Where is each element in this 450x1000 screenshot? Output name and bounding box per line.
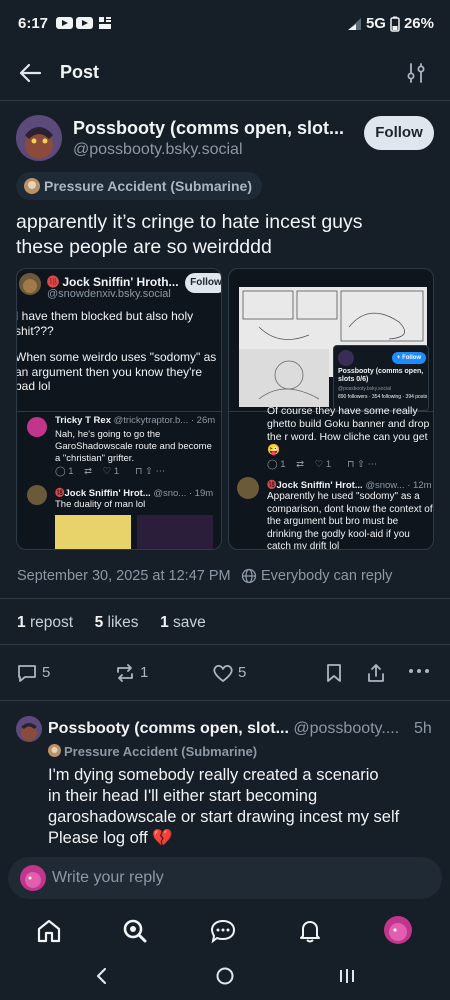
post-stats: 1 repost 5 likes 1 save bbox=[17, 614, 206, 632]
share-icon[interactable] bbox=[366, 662, 386, 684]
label-badge-text: Pressure Accident (Submarine) bbox=[44, 178, 252, 194]
reply-time: 5h bbox=[414, 720, 432, 737]
reply-header: Possbooty (comms open, slot... @possboot… bbox=[48, 720, 399, 738]
label-avatar-icon bbox=[24, 178, 40, 194]
reply-text: I'm dying somebody really created a scen… bbox=[48, 766, 400, 847]
card-avatar bbox=[338, 350, 354, 366]
author-name[interactable]: Possbooty (comms open, slot... bbox=[73, 118, 344, 139]
label-badge[interactable]: Pressure Accident (Submarine) bbox=[16, 172, 262, 200]
status-time: 6:17 bbox=[18, 15, 49, 32]
embedded-image-left[interactable]: ⓲ Jock Sniffin' Hroth... @snowdenxiv.bsk… bbox=[16, 268, 222, 550]
repost-action-count: 1 bbox=[140, 664, 149, 681]
reply-author-handle[interactable]: @possbooty.... bbox=[293, 720, 399, 737]
embed-reply1-text: Nah, he's going to go the GaroShadowscal… bbox=[55, 429, 212, 464]
top-header: Post bbox=[0, 48, 450, 100]
card-title: Possbooty (comms open, slots 0/6) bbox=[338, 368, 424, 383]
embed-sketch-image bbox=[239, 349, 329, 407]
embed-handle: @snowdenxiv.bsky.social bbox=[47, 288, 171, 300]
like-icon[interactable] bbox=[212, 662, 234, 684]
reply-icon[interactable] bbox=[16, 662, 38, 684]
bookmark-icon[interactable] bbox=[324, 662, 344, 684]
notifications-bell-icon[interactable] bbox=[297, 918, 323, 944]
more-options-icon[interactable] bbox=[408, 668, 430, 674]
bottom-navigation bbox=[0, 906, 450, 954]
home-icon[interactable] bbox=[36, 918, 62, 944]
system-navigation bbox=[0, 954, 450, 1000]
embed-right-actions: ◯ 1 ⇄ ♡ 1 ⊓ ⇧ ⋯ bbox=[267, 459, 378, 470]
globe-icon bbox=[241, 568, 257, 584]
page-title: Post bbox=[60, 62, 100, 82]
embed-right-reply-header: ⓲Jock Sniffin' Hrot... @snow... · 12m bbox=[267, 480, 432, 491]
author-avatar[interactable] bbox=[16, 115, 62, 161]
reply-avatar bbox=[27, 417, 47, 437]
repost-icon[interactable] bbox=[114, 662, 136, 684]
reply-count: 5 bbox=[42, 664, 51, 681]
reply-author-avatar[interactable] bbox=[16, 716, 42, 742]
system-back-icon[interactable] bbox=[94, 966, 108, 986]
youtube-icon bbox=[56, 16, 94, 30]
back-arrow-icon[interactable] bbox=[18, 62, 42, 84]
reply-avatar bbox=[27, 485, 47, 505]
reply-input-placeholder[interactable]: Write your reply bbox=[52, 869, 164, 887]
post-text: apparently it’s cringe to hate incest gu… bbox=[16, 210, 363, 260]
chat-icon[interactable] bbox=[210, 918, 236, 944]
app-grid-icon bbox=[99, 17, 111, 29]
embed-image-thumb bbox=[137, 515, 213, 549]
battery-percent: 26% bbox=[403, 15, 434, 32]
save-count[interactable]: 1 save bbox=[160, 614, 206, 631]
author-handle[interactable]: @possbooty.bsky.social bbox=[73, 141, 243, 159]
status-bar: 6:17 5G 26% bbox=[0, 0, 450, 48]
system-recents-icon[interactable] bbox=[338, 966, 356, 986]
search-icon[interactable] bbox=[122, 918, 148, 944]
reply-setting[interactable]: Everybody can reply bbox=[261, 568, 392, 584]
reply-avatar bbox=[237, 477, 259, 499]
network-type: 5G bbox=[365, 15, 386, 32]
card-handle: @possbooty.bsky.social bbox=[338, 386, 391, 392]
post-actions: 5 1 5 bbox=[0, 660, 450, 686]
signal-icon bbox=[346, 17, 362, 31]
system-home-icon[interactable] bbox=[215, 966, 235, 986]
embed-reply1-actions: ◯ 1 ⇄ ♡ 1 ⊓ ⇧ ⋯ bbox=[55, 466, 166, 477]
reply-author-name[interactable]: Possbooty (comms open, slot... bbox=[48, 720, 289, 737]
reply-composer[interactable]: Write your reply bbox=[8, 857, 442, 899]
filter-sliders-icon[interactable] bbox=[406, 62, 426, 84]
embed-reply2-text: The duality of man lol bbox=[55, 499, 146, 510]
profile-avatar-icon[interactable] bbox=[384, 916, 412, 944]
embed-text: I have them blocked but also holy shit??… bbox=[16, 309, 217, 393]
embed-right-reply-text: Apparently he used "sodomy" as a compari… bbox=[267, 491, 433, 550]
card-follow-button: + Follow bbox=[392, 352, 426, 364]
post-text-line: apparently it’s cringe to hate incest gu… bbox=[16, 211, 363, 233]
post-timestamp: September 30, 2025 at 12:47 PM bbox=[17, 568, 231, 584]
card-stats: 890 followers · 354 following · 394 post… bbox=[338, 394, 428, 400]
embed-follow-button: Follow bbox=[185, 273, 221, 293]
embed-profile-card: + Follow Possbooty (comms open, slots 0/… bbox=[333, 345, 429, 411]
battery-icon bbox=[390, 16, 400, 32]
composer-avatar bbox=[20, 865, 46, 891]
post-text-line: these people are so weirdddd bbox=[16, 236, 272, 258]
repost-count[interactable]: 1 repost bbox=[17, 614, 73, 631]
reply-label-avatar-icon bbox=[48, 744, 61, 757]
like-count[interactable]: 5 likes bbox=[95, 614, 139, 631]
follow-button[interactable]: Follow bbox=[364, 116, 434, 150]
embed-avatar bbox=[19, 273, 41, 295]
reply-label-badge[interactable]: Pressure Accident (Submarine) bbox=[64, 744, 257, 759]
embed-right-text: Of course they have some really ghetto b… bbox=[267, 405, 430, 456]
like-action-count: 5 bbox=[238, 664, 247, 681]
embed-reply2-header: ⓲Jock Sniffin' Hrot... @sno... · 19m bbox=[55, 488, 214, 499]
embed-image-thumb bbox=[55, 515, 131, 549]
embedded-image-right[interactable]: + Follow Possbooty (comms open, slots 0/… bbox=[228, 268, 434, 550]
embed-reply1-header: Tricky T Rex @trickytraptor.b... · 26m bbox=[55, 415, 216, 426]
